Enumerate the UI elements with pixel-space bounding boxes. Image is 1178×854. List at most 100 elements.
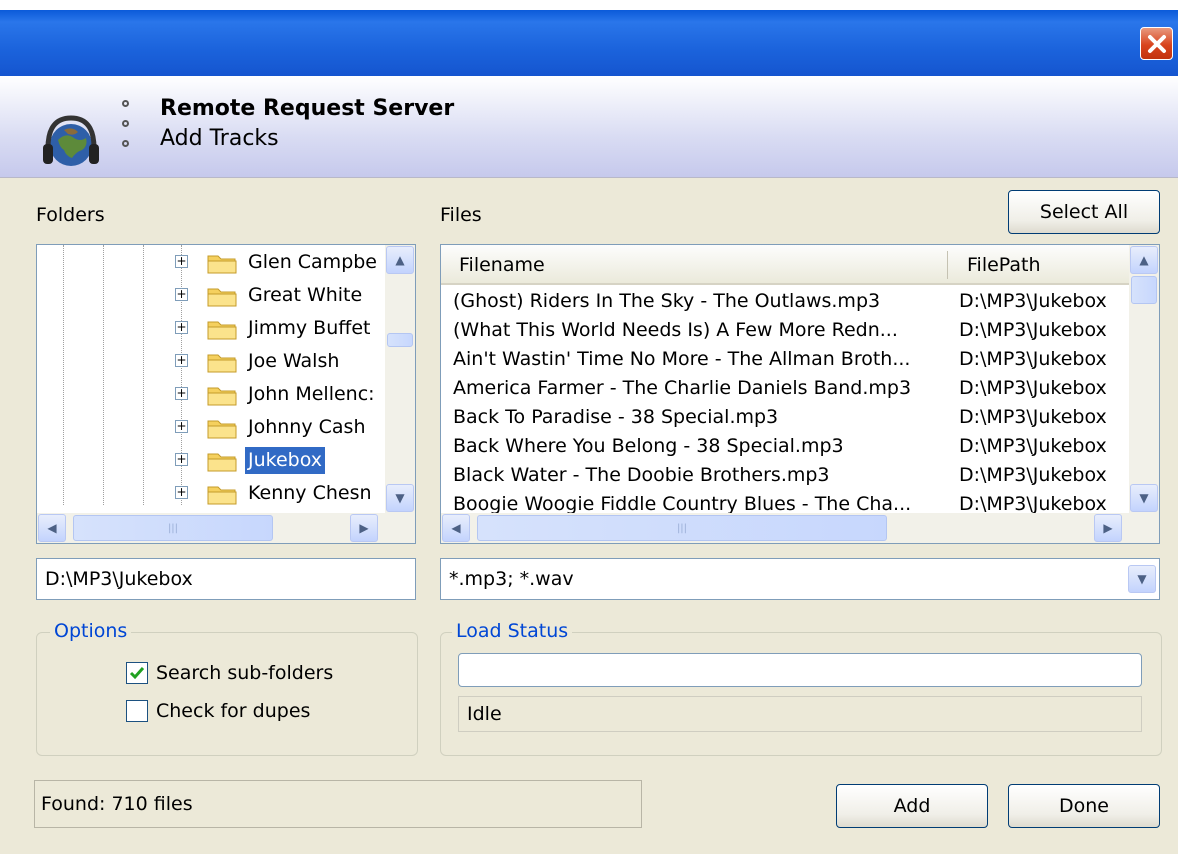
tree-item-label: Joe Walsh [248,350,340,372]
close-icon [1147,34,1166,53]
header-dots [120,100,132,160]
scroll-right-icon[interactable]: ▶ [350,514,378,542]
files-list[interactable]: Filename FilePath (Ghost) Riders In The … [440,244,1160,544]
file-name: Back To Paradise - 38 Special.mp3 [453,406,779,428]
search-subfolders-checkbox[interactable] [126,662,148,684]
folder-icon [207,453,237,472]
file-path: D:\MP3\Jukebox [959,319,1107,341]
folder-icon [207,288,237,307]
tree-item[interactable]: + Glen Campbe [37,245,387,278]
expand-icon[interactable]: + [175,387,188,400]
globe-headphones-icon [43,115,99,166]
check-dupes-checkbox[interactable] [126,700,148,722]
expand-icon[interactable]: + [175,288,188,301]
scroll-thumb[interactable]: ||| [477,515,887,541]
expand-icon[interactable]: + [175,453,188,466]
scroll-down-icon[interactable]: ▼ [386,484,414,512]
folder-icon [207,321,237,340]
select-all-button[interactable]: Select All [1008,190,1160,234]
header-subtitle: Add Tracks [160,126,279,151]
folder-path-field[interactable]: D:\MP3\Jukebox [36,558,416,600]
file-row[interactable]: Black Water - The Doobie Brothers.mp3 D:… [441,461,1141,490]
scroll-left-icon[interactable]: ◀ [38,514,66,542]
chevron-down-icon[interactable]: ▼ [1128,565,1156,593]
file-path: D:\MP3\Jukebox [959,464,1107,486]
search-subfolders-label[interactable]: Search sub-folders [156,662,333,684]
tree-item-label: Glen Campbe [248,251,378,273]
tree-item[interactable]: + Joe Walsh [37,344,387,377]
scroll-thumb[interactable] [387,333,413,347]
scroll-thumb[interactable] [1131,276,1157,304]
tree-item[interactable]: + Johnny Cash [37,410,387,443]
header-title: Remote Request Server [160,96,455,121]
expand-icon[interactable]: + [175,486,188,499]
folder-icon [207,387,237,406]
files-label: Files [440,204,482,226]
files-horizontal-scrollbar[interactable]: ◀ ||| ▶ [441,513,1159,543]
column-header-filename[interactable]: Filename [459,245,545,285]
file-path: D:\MP3\Jukebox [959,493,1107,513]
close-button[interactable] [1140,27,1173,60]
file-filter-value: *.mp3; *.wav [449,568,574,590]
file-path: D:\MP3\Jukebox [959,348,1107,370]
options-legend: Options [50,620,132,642]
scroll-up-icon[interactable]: ▲ [386,246,414,274]
expand-icon[interactable]: + [175,321,188,334]
load-progress-bar [458,653,1142,687]
file-row[interactable]: America Farmer - The Charlie Daniels Ban… [441,374,1141,403]
check-dupes-label[interactable]: Check for dupes [156,700,310,722]
expand-icon[interactable]: + [175,420,188,433]
file-row[interactable]: Boogie Woogie Fiddle Country Blues - The… [441,490,1141,513]
tree-item[interactable]: + Jimmy Buffet [37,311,387,344]
folder-tree[interactable]: + Glen Campbe + Great White + Jimmy Buff… [36,244,416,544]
file-path: D:\MP3\Jukebox [959,435,1107,457]
file-row[interactable]: Ain't Wastin' Time No More - The Allman … [441,345,1141,374]
folder-icon [207,420,237,439]
expand-icon[interactable]: + [175,354,188,367]
file-row[interactable]: (What This World Needs Is) A Few More Re… [441,316,1141,345]
scroll-right-icon[interactable]: ▶ [1094,514,1122,542]
scroll-up-icon[interactable]: ▲ [1130,246,1158,274]
tree-item-label: Great White [248,284,363,306]
folder-vertical-scrollbar[interactable]: ▲ ▼ [385,245,415,513]
tree-item-label: Kenny Chesn [248,482,372,504]
file-row[interactable]: Back To Paradise - 38 Special.mp3 D:\MP3… [441,403,1141,432]
tree-item[interactable]: + Kenny Chesn [37,476,387,509]
file-filter-combobox[interactable]: *.mp3; *.wav ▼ [440,558,1160,600]
file-row[interactable]: Back Where You Belong - 38 Special.mp3 D… [441,432,1141,461]
tree-item-label: Jimmy Buffet [248,317,371,339]
found-files-status: Found: 710 files [34,780,642,828]
column-header-filepath[interactable]: FilePath [967,245,1041,285]
folder-horizontal-scrollbar[interactable]: ◀ ||| ▶ [37,513,415,543]
file-name: Ain't Wastin' Time No More - The Allman … [453,348,911,370]
add-button[interactable]: Add [836,784,988,828]
title-bar [0,10,1178,76]
expand-icon[interactable]: + [175,255,188,268]
file-name: Boogie Woogie Fiddle Country Blues - The… [453,493,912,513]
tree-item-selected[interactable]: + Jukebox [37,443,387,476]
tree-item-label: Johnny Cash [248,416,366,438]
scroll-left-icon[interactable]: ◀ [442,514,470,542]
scroll-thumb[interactable]: ||| [73,515,273,541]
scroll-down-icon[interactable]: ▼ [1130,484,1158,512]
folder-icon [207,486,237,505]
folders-label: Folders [36,204,105,226]
options-group [36,632,418,756]
file-path: D:\MP3\Jukebox [959,290,1107,312]
load-status-text: Idle [458,696,1142,732]
tree-item[interactable]: + John Mellenc: [37,377,387,410]
tree-item-label: John Mellenc: [248,383,375,405]
file-name: (What This World Needs Is) A Few More Re… [453,319,898,341]
file-row[interactable]: (Ghost) Riders In The Sky - The Outlaws.… [441,287,1141,316]
done-button[interactable]: Done [1008,784,1160,828]
folder-icon [207,354,237,373]
file-name: America Farmer - The Charlie Daniels Ban… [453,377,912,399]
file-path: D:\MP3\Jukebox [959,377,1107,399]
files-vertical-scrollbar[interactable]: ▲ ▼ [1129,245,1159,513]
dialog-window: Remote Request Server Add Tracks Folders… [0,10,1178,854]
file-name: Black Water - The Doobie Brothers.mp3 [453,464,830,486]
file-name: Back Where You Belong - 38 Special.mp3 [453,435,844,457]
checkmark-icon [129,667,145,680]
tree-item[interactable]: + Great White [37,278,387,311]
tree-item-label: Jukebox [245,447,326,474]
